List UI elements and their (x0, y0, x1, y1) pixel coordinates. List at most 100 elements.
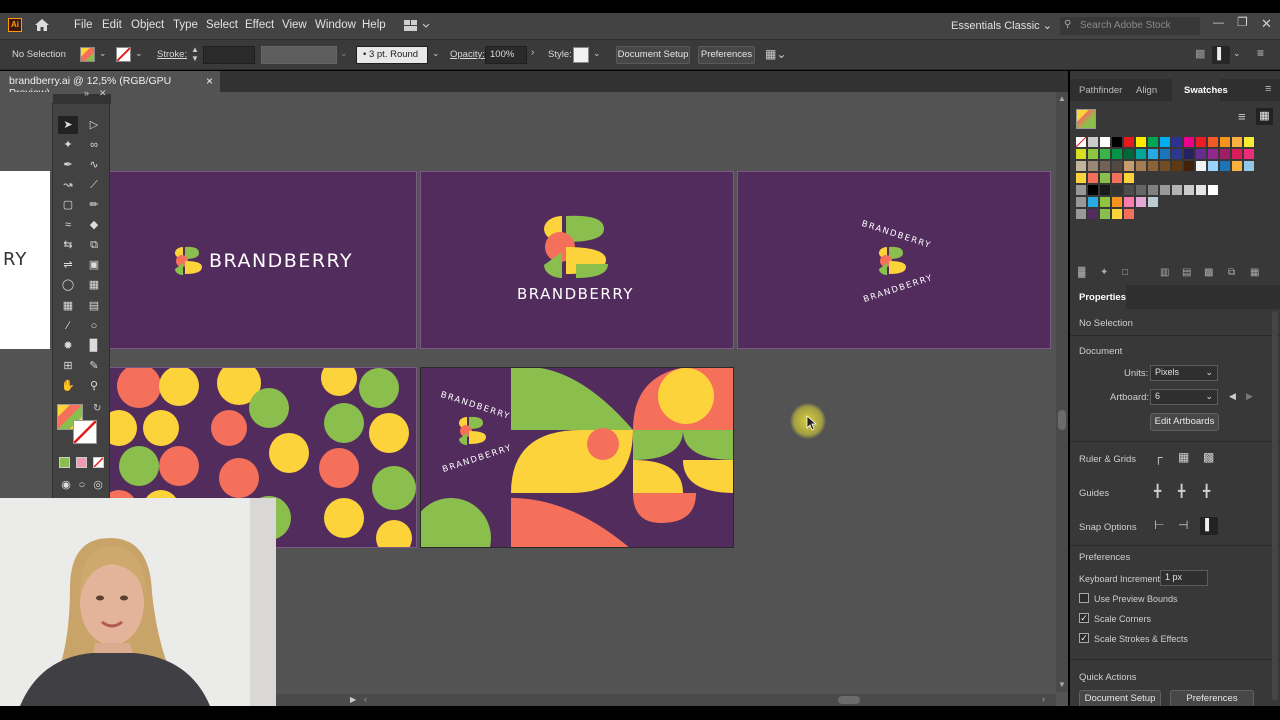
scroll-up-icon[interactable]: ▲ (1058, 94, 1066, 103)
grid-icon[interactable]: ▦ (1178, 450, 1189, 464)
artboard-partial-white[interactable]: RY (0, 171, 50, 349)
perspective-grid-tool-icon[interactable]: ▦ (84, 276, 104, 294)
menu-help[interactable]: Help (362, 19, 386, 31)
tab-properties[interactable]: Properties (1070, 285, 1126, 309)
width-tool-icon[interactable]: ⇌ (58, 256, 78, 274)
type-tool-icon[interactable]: ↝ (58, 176, 78, 194)
align-icon[interactable]: ▩ (1195, 47, 1205, 60)
edit-artboards-button[interactable]: Edit Artboards (1150, 413, 1219, 431)
scale-corners-checkbox[interactable]: ✓ (1079, 613, 1089, 623)
stroke-stepper-icon[interactable]: ▲ ▼ (191, 45, 199, 63)
scale-strokes-checkbox[interactable]: ✓ (1079, 633, 1089, 643)
eraser-tool-icon[interactable]: ◆ (84, 216, 104, 234)
snap-toggle[interactable]: ▌ (1212, 46, 1230, 64)
close-window-icon[interactable]: ✕ (1261, 16, 1272, 32)
menu-type[interactable]: Type (173, 19, 198, 31)
snap-to-grid-icon[interactable]: ⊣ (1178, 518, 1188, 532)
tab-swatches[interactable]: Swatches (1172, 79, 1228, 101)
artboard-badge-logo[interactable]: BRANDBERRY BRANDBERRY (737, 171, 1051, 349)
none-mode-icon[interactable] (93, 457, 104, 468)
vertical-scrollbar[interactable]: ▲ ▼ (1056, 92, 1068, 692)
menu-select[interactable]: Select (206, 19, 238, 31)
next-artboard-icon[interactable]: ▶ (1246, 391, 1253, 402)
panel-menu-icon[interactable]: ≡ (1257, 46, 1264, 60)
artboard-tool-icon[interactable]: ⊞ (58, 357, 78, 375)
arrange-icon[interactable]: ▦⌄ (765, 47, 786, 61)
toolbox-collapse-icon[interactable]: » (84, 88, 89, 98)
arrange-documents-icon[interactable] (404, 19, 432, 33)
slice-tool-icon[interactable]: ✎ (84, 357, 104, 375)
grid-view-icon[interactable]: ▦ (1256, 108, 1273, 125)
ruler-icon[interactable]: ┌ (1154, 450, 1163, 464)
use-preview-bounds-checkbox[interactable] (1079, 593, 1089, 603)
smart-guides-icon[interactable]: ╋ (1203, 484, 1210, 498)
brush-definition[interactable]: • 3 pt. Round (356, 46, 428, 64)
chevron-down-icon[interactable]: ⌄ (340, 48, 348, 59)
hand-tool-icon[interactable]: ✋ (58, 377, 78, 395)
horizontal-scrollbar[interactable]: ▶ ‹ › (276, 694, 1056, 706)
chevron-down-icon[interactable]: ⌄ (135, 48, 143, 59)
close-tab-icon[interactable]: × (206, 74, 213, 88)
menu-view[interactable]: View (282, 19, 307, 31)
home-icon[interactable] (33, 17, 51, 33)
transparency-grid-icon[interactable]: ▩ (1203, 450, 1214, 464)
menu-edit[interactable]: Edit (102, 19, 122, 31)
new-color-group-icon[interactable]: ▤ (1182, 267, 1191, 278)
line-tool-icon[interactable]: ⟋ (84, 176, 104, 194)
eyedropper-tool-icon[interactable]: ⁄ (58, 317, 78, 335)
draw-inside-icon[interactable]: ◎ (88, 476, 108, 494)
symbol-sprayer-tool-icon[interactable]: ✹ (58, 337, 78, 355)
document-tab[interactable]: brandberry.ai @ 12,5% (RGB/GPU Preview) … (0, 71, 220, 99)
blend-tool-icon[interactable]: ○ (84, 317, 104, 335)
folder-icon[interactable]: ▩ (1204, 267, 1213, 278)
panel-menu-icon[interactable]: ≡ (1265, 83, 1271, 95)
artboard-stacked-logo[interactable]: BRANDBERRY (420, 171, 734, 349)
chevron-down-icon[interactable]: ⌄ (593, 48, 601, 59)
paintbrush-tool-icon[interactable]: ✏ (84, 196, 104, 214)
show-kinds-icon[interactable]: ✦ (1100, 267, 1108, 278)
preferences-button[interactable]: Preferences (698, 46, 755, 64)
lasso-tool-icon[interactable]: ∞ (84, 136, 104, 154)
menu-effect[interactable]: Effect (245, 19, 274, 31)
keyboard-increment-input[interactable]: 1 px (1160, 570, 1208, 586)
units-select[interactable]: Pixels ⌄ (1150, 365, 1218, 381)
shaper-tool-icon[interactable]: ≈ (58, 216, 78, 234)
swap-colors-icon[interactable]: ↻ (93, 403, 101, 414)
tab-pathfinder[interactable]: Pathfinder (1079, 85, 1122, 96)
pen-tool-icon[interactable]: ✒ (58, 156, 78, 174)
chevron-down-icon[interactable]: ⌄ (432, 48, 440, 59)
tab-align[interactable]: Align (1136, 85, 1157, 96)
zoom-tool-icon[interactable]: ⚲ (84, 377, 104, 395)
menu-file[interactable]: File (74, 19, 93, 31)
style-swatch[interactable] (573, 47, 589, 63)
swatch-grid[interactable] (1075, 136, 1276, 227)
show-guides-icon[interactable]: ╋ (1154, 484, 1161, 498)
workspace-switcher[interactable]: Essentials Classic ⌄ (951, 19, 1052, 32)
chevron-down-icon[interactable]: ⌄ (1233, 48, 1241, 59)
horizontal-scroll-thumb[interactable] (838, 696, 860, 704)
scroll-right-icon[interactable]: › (1042, 694, 1045, 704)
play-icon[interactable]: ▶ (350, 695, 356, 704)
curvature-tool-icon[interactable]: ∿ (84, 156, 104, 174)
snap-to-pixel-icon[interactable]: ▌ (1200, 517, 1218, 535)
chevron-right-icon[interactable]: › (531, 47, 534, 58)
snap-to-point-icon[interactable]: ⊢ (1154, 518, 1164, 532)
toolbox-close-icon[interactable]: ✕ (99, 88, 107, 99)
fill-swatch[interactable] (80, 47, 95, 62)
artboard-badge-pattern[interactable]: BRANDBERRY BRANDBERRY (420, 367, 734, 548)
variable-width-profile[interactable] (261, 46, 337, 64)
lock-guides-icon[interactable]: ╋ (1178, 484, 1185, 498)
scale-tool-icon[interactable]: ⧉ (84, 236, 104, 254)
selection-tool-icon[interactable]: ➤ (58, 116, 78, 134)
panel-scrollbar[interactable] (1272, 311, 1278, 701)
stroke-swatch[interactable] (116, 47, 131, 62)
stock-search-input[interactable]: ⚲ Search Adobe Stock (1060, 17, 1200, 35)
swatch-options-icon[interactable]: □ (1122, 267, 1128, 278)
minimize-icon[interactable]: — (1213, 17, 1224, 29)
vertical-scroll-thumb[interactable] (1058, 410, 1066, 430)
mesh-tool-icon[interactable]: ▦ (58, 297, 78, 315)
column-graph-tool-icon[interactable]: ▉ (84, 337, 104, 355)
fill-stroke-preview[interactable] (1076, 109, 1096, 129)
rectangle-tool-icon[interactable]: ▢ (58, 196, 78, 214)
magic-wand-tool-icon[interactable]: ✦ (58, 136, 78, 154)
